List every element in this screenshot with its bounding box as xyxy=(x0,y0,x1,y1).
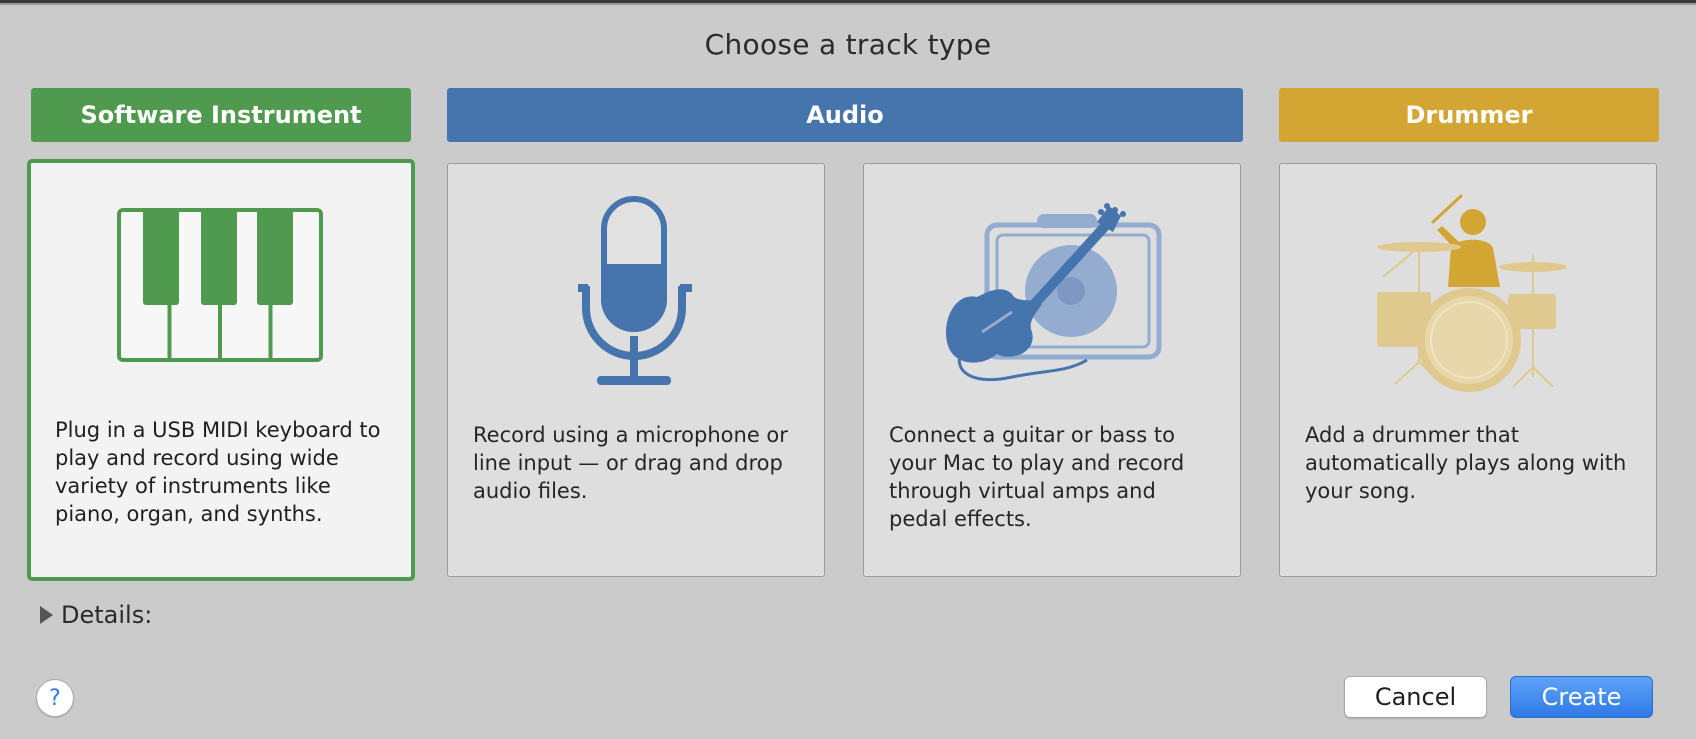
software-instrument-description: Plug in a USB MIDI keyboard to play and … xyxy=(55,418,381,526)
audio-header: Audio xyxy=(447,88,1243,142)
drummer-card[interactable]: Add a drummer that automatically plays a… xyxy=(1279,163,1657,577)
microphone-icon-wrap xyxy=(448,192,824,392)
details-label: Details: xyxy=(61,601,153,629)
microphone-description: Record using a microphone or line input … xyxy=(473,423,788,503)
create-button[interactable]: Create xyxy=(1510,676,1653,718)
guitar-amp-icon-wrap xyxy=(864,192,1240,392)
drummer-icon xyxy=(1377,194,1567,392)
dialog-title: Choose a track type xyxy=(704,28,992,61)
details-disclosure[interactable]: Details: xyxy=(40,600,152,630)
guitar-bass-card[interactable]: Connect a guitar or bass to your Mac to … xyxy=(863,163,1241,577)
guitar-bass-description: Connect a guitar or bass to your Mac to … xyxy=(889,423,1185,531)
window-top-edge xyxy=(0,0,1696,5)
drummer-header: Drummer xyxy=(1279,88,1659,142)
drummer-description: Add a drummer that automatically plays a… xyxy=(1305,423,1627,503)
guitar-amp-icon xyxy=(946,203,1162,382)
cancel-button[interactable]: Cancel xyxy=(1344,676,1487,718)
piano-keyboard-icon-wrap xyxy=(31,187,411,387)
microphone-card[interactable]: Record using a microphone or line input … xyxy=(447,163,825,577)
drummer-icon-wrap xyxy=(1280,192,1656,392)
microphone-icon xyxy=(578,196,692,385)
disclosure-triangle-icon[interactable] xyxy=(40,606,53,624)
piano-keyboard-icon xyxy=(117,208,323,362)
software-instrument-card[interactable]: Plug in a USB MIDI keyboard to play and … xyxy=(27,159,415,581)
help-button[interactable]: ? xyxy=(36,679,74,717)
software-instrument-header: Software Instrument xyxy=(31,88,411,142)
